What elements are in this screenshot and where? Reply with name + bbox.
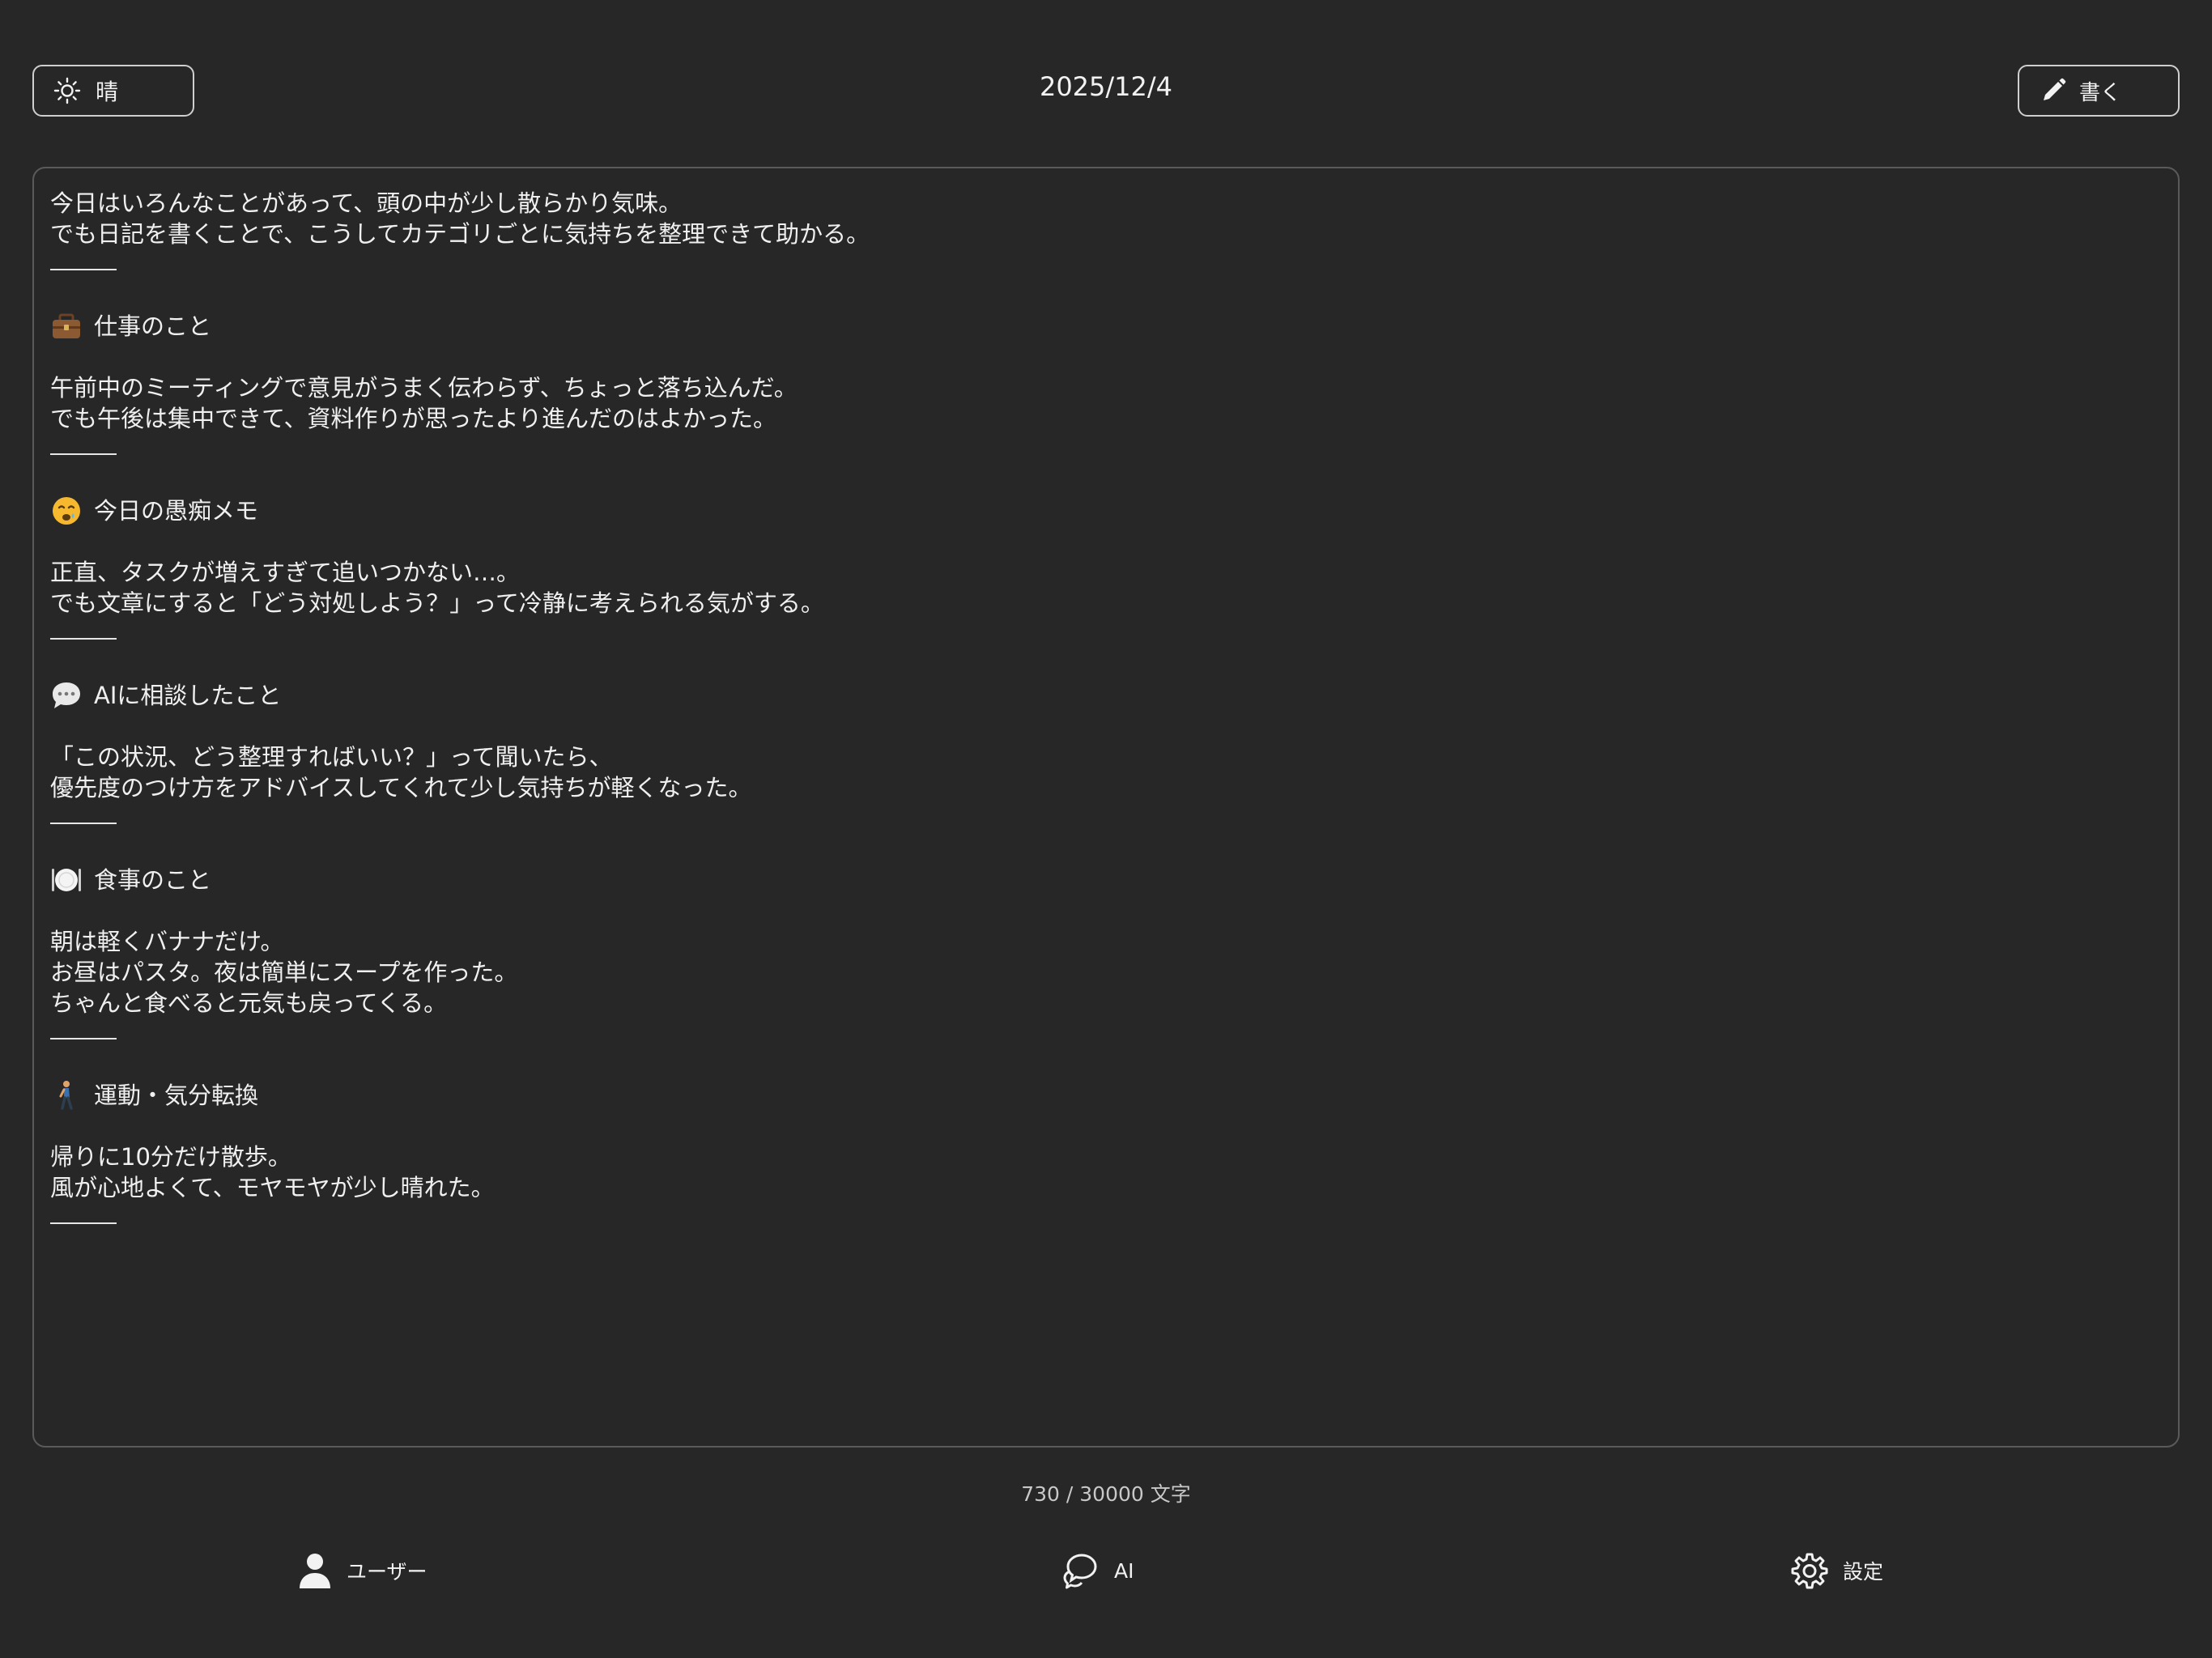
write-label: 書く <box>2079 80 2122 105</box>
write-button[interactable]: 書く <box>2018 65 2180 117</box>
section-line: お昼はパスタ。夜は簡単にスープを作った。 <box>50 959 518 986</box>
tab-user-label: ユーザー <box>347 1560 428 1584</box>
section-line: 朝は軽くバナナだけ。 <box>50 928 284 955</box>
intro-line: でも日記を書くことで、こうしてカテゴリごとに気持ちを整理できて助かる。 <box>50 220 870 248</box>
section-title: 食事のこと <box>94 866 212 894</box>
divider <box>50 453 117 455</box>
frustrated-face-icon <box>50 495 83 526</box>
tab-ai[interactable]: AI <box>1062 1546 1134 1595</box>
gear-icon <box>1791 1553 1828 1589</box>
tab-ai-label: AI <box>1114 1558 1134 1583</box>
section-title: AIに相談したこと <box>94 682 282 709</box>
bottom-tab-bar: ユーザー AI 設定 <box>0 1546 2212 1611</box>
plate-cutlery-icon <box>50 865 83 895</box>
section-heading: 運動・気分転換 <box>50 1080 2162 1111</box>
diary-editor[interactable]: 今日はいろんなことがあって、頭の中が少し散らかり気味。 でも日記を書くことで、こ… <box>32 167 2180 1448</box>
section-heading: 仕事のこと <box>50 311 2162 342</box>
section-line: 風が心地よくて、モヤモヤが少し晴れた。 <box>50 1174 495 1201</box>
tab-settings-label: 設定 <box>1843 1560 1884 1584</box>
pencil-icon <box>2044 78 2066 100</box>
divider <box>50 1222 117 1224</box>
walking-person-icon <box>50 1080 83 1111</box>
section-line: 帰りに10分だけ散歩。 <box>50 1143 291 1171</box>
briefcase-icon <box>50 311 83 342</box>
divider <box>50 823 117 824</box>
divider <box>50 269 117 270</box>
section-line: ちゃんと食べると元気も戻ってくる。 <box>50 989 448 1017</box>
entry-date: 2025/12/4 <box>1039 71 1173 102</box>
divider <box>50 638 117 640</box>
tab-settings[interactable]: 設定 <box>1791 1546 1883 1595</box>
section-title: 運動・気分転換 <box>94 1082 259 1109</box>
speech-bubble-icon <box>50 680 83 711</box>
section-line: 優先度のつけ方をアドバイスしてくれて少し気持ちが軽くなった。 <box>50 774 752 801</box>
section-heading: 食事のこと <box>50 865 2162 895</box>
header-bar: 晴 2025/12/4 書く <box>0 0 2212 162</box>
intro-line: 今日はいろんなことがあって、頭の中が少し散らかり気味。 <box>50 189 683 217</box>
chat-bubbles-icon <box>1063 1554 1097 1589</box>
section-title: 仕事のこと <box>94 312 212 340</box>
section-line: でも文章にすると「どう対処しよう？」って冷静に考えられる気がする。 <box>50 589 824 617</box>
section-heading: 今日の愚痴メモ <box>50 495 2162 526</box>
section-line: 正直、タスクが増えすぎて追いつかない…。 <box>50 559 521 586</box>
section-heading: AIに相談したこと <box>50 680 2162 711</box>
user-icon <box>300 1554 330 1588</box>
divider <box>50 1038 117 1039</box>
tab-user[interactable]: ユーザー <box>298 1546 428 1595</box>
section-line: 「この状況、どう整理すればいい？」って聞いたら、 <box>50 743 613 771</box>
section-line: でも午後は集中できて、資料作りが思ったより進んだのはよかった。 <box>50 405 776 432</box>
character-counter: 730 / 30000 文字 <box>1021 1482 1191 1506</box>
section-line: 午前中のミーティングで意見がうまく伝わらず、ちょっと落ち込んだ。 <box>50 374 798 402</box>
section-title: 今日の愚痴メモ <box>94 497 259 525</box>
